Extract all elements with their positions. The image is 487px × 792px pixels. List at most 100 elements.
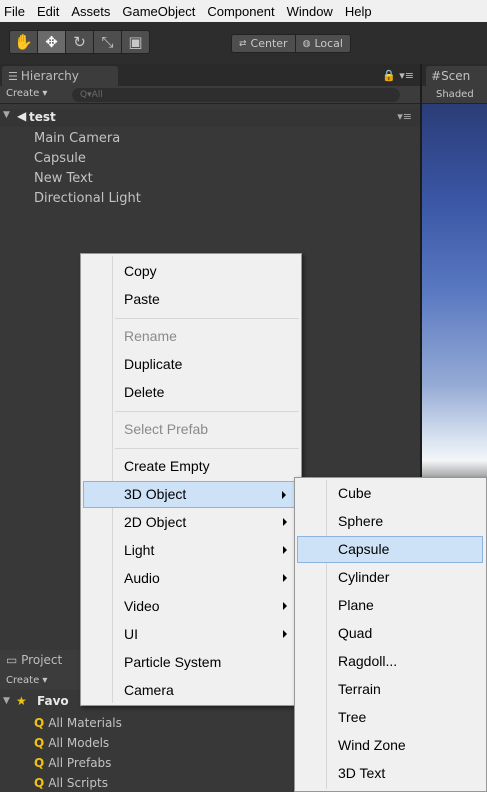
submenu-item-terrain[interactable]: Terrain bbox=[297, 676, 483, 703]
favorite-item-all-prefabs[interactable]: Q All Prefabs bbox=[34, 756, 111, 770]
hierarchy-item-new-text[interactable]: New Text bbox=[34, 171, 93, 186]
submenu-arrow-icon bbox=[283, 630, 287, 638]
scene-tab[interactable]: #Scen bbox=[426, 66, 487, 86]
submenu-item-ragdoll[interactable]: Ragdoll... bbox=[297, 648, 483, 675]
toolbar: ✋ ✥ ↻ ⤡ ▣ ⇄ Center ◍ Local bbox=[0, 22, 487, 64]
menu-item-label: Light bbox=[124, 542, 155, 558]
hierarchy-tabstrip: ☰ Hierarchy 🔒 ▾≡ bbox=[0, 64, 422, 86]
submenu-item-cube[interactable]: Cube bbox=[297, 480, 483, 507]
menu-item-camera[interactable]: Camera bbox=[83, 677, 299, 704]
project-tab-label: Project bbox=[21, 653, 63, 667]
favorite-item-all-scripts[interactable]: Q All Scripts bbox=[34, 776, 108, 790]
submenu-item-capsule[interactable]: Capsule bbox=[297, 536, 483, 563]
menu-item-select-prefab: Select Prefab bbox=[124, 421, 209, 437]
expand-arrow-icon[interactable]: ▼ bbox=[3, 110, 10, 120]
pivot-toggles: ⇄ Center ◍ Local bbox=[231, 34, 351, 53]
submenu-item-cylinder[interactable]: Cylinder bbox=[297, 564, 483, 591]
submenu-item-tree[interactable]: Tree bbox=[297, 704, 483, 731]
search-icon: Q bbox=[34, 716, 45, 730]
pivot-icon: ⇄ bbox=[239, 38, 247, 49]
pivot-local-label: Local bbox=[314, 37, 343, 50]
submenu-item-wind-zone[interactable]: Wind Zone bbox=[297, 732, 483, 759]
panel-menu-icon[interactable]: 🔒 ▾≡ bbox=[382, 69, 414, 82]
submenu-arrow-icon bbox=[282, 491, 286, 499]
globe-icon: ◍ bbox=[302, 38, 311, 49]
search-icon: Q bbox=[34, 756, 45, 770]
move-tool-button[interactable]: ✥ bbox=[37, 30, 66, 54]
hand-tool-button[interactable]: ✋ bbox=[9, 30, 38, 54]
hierarchy-item-main-camera[interactable]: Main Camera bbox=[34, 131, 120, 146]
menu-item-2d-object[interactable]: 2D Object bbox=[83, 509, 299, 536]
favorite-label: All Materials bbox=[48, 716, 122, 730]
menu-help[interactable]: Help bbox=[339, 4, 378, 19]
menu-separator bbox=[115, 448, 299, 449]
pivot-center-button[interactable]: ⇄ Center bbox=[231, 34, 296, 53]
move-icon: ✥ bbox=[45, 33, 58, 51]
favorites-row[interactable]: ▼ ★ Favo bbox=[0, 694, 80, 712]
rotate-tool-button[interactable]: ↻ bbox=[65, 30, 94, 54]
menu-item-audio[interactable]: Audio bbox=[83, 565, 299, 592]
scene-row[interactable]: ▼ ◀ test ▾≡ bbox=[0, 109, 422, 127]
submenu-item-plane[interactable]: Plane bbox=[297, 592, 483, 619]
project-create-button[interactable]: Create ▾ bbox=[0, 672, 80, 690]
hierarchy-tab-label: Hierarchy bbox=[20, 69, 79, 83]
menu-item-3d-object[interactable]: 3D Object bbox=[83, 481, 299, 508]
rect-tool-button[interactable]: ▣ bbox=[121, 30, 150, 54]
grid-icon: # bbox=[431, 69, 442, 83]
menu-file[interactable]: File bbox=[0, 4, 31, 19]
menu-edit[interactable]: Edit bbox=[31, 4, 65, 19]
scene-shading-dropdown[interactable]: Shaded bbox=[422, 86, 487, 104]
hierarchy-item-directional-light[interactable]: Directional Light bbox=[34, 191, 141, 206]
hand-icon: ✋ bbox=[14, 33, 33, 51]
favorite-label: All Prefabs bbox=[48, 756, 112, 770]
submenu-arrow-icon bbox=[283, 546, 287, 554]
menu-item-label: Audio bbox=[124, 570, 160, 586]
favorite-label: All Scripts bbox=[48, 776, 108, 790]
menu-assets[interactable]: Assets bbox=[65, 4, 116, 19]
search-icon: Q bbox=[34, 736, 45, 750]
menu-separator bbox=[115, 318, 299, 319]
submenu-item-sphere[interactable]: Sphere bbox=[297, 508, 483, 535]
project-tab[interactable]: ▭ Project bbox=[0, 650, 80, 672]
menu-component[interactable]: Component bbox=[201, 4, 280, 19]
menu-item-create-empty[interactable]: Create Empty bbox=[83, 453, 299, 480]
star-icon: ★ bbox=[16, 694, 27, 708]
submenu-arrow-icon bbox=[283, 518, 287, 526]
scale-icon: ⤡ bbox=[101, 33, 114, 51]
menu-item-rename: Rename bbox=[124, 328, 177, 344]
menu-item-duplicate[interactable]: Duplicate bbox=[83, 351, 299, 378]
submenu-item-quad[interactable]: Quad bbox=[297, 620, 483, 647]
hierarchy-search-input[interactable]: Q▾All bbox=[72, 88, 400, 102]
submenu-item-3d-text[interactable]: 3D Text bbox=[297, 760, 483, 787]
hierarchy-item-capsule[interactable]: Capsule bbox=[34, 151, 86, 166]
hierarchy-create-button[interactable]: Create ▾ bbox=[6, 88, 47, 99]
menu-window[interactable]: Window bbox=[281, 4, 339, 19]
menu-item-ui[interactable]: UI bbox=[83, 621, 299, 648]
expand-arrow-icon[interactable]: ▼ bbox=[3, 696, 10, 706]
search-icon: Q bbox=[34, 776, 45, 790]
menu-item-light[interactable]: Light bbox=[83, 537, 299, 564]
pivot-center-label: Center bbox=[250, 37, 288, 50]
favorites-label: Favo bbox=[37, 694, 69, 708]
pivot-local-button[interactable]: ◍ Local bbox=[295, 34, 351, 53]
menu-item-delete[interactable]: Delete bbox=[83, 379, 299, 406]
list-icon: ☰ bbox=[8, 70, 18, 83]
scene-options-icon[interactable]: ▾≡ bbox=[397, 110, 412, 123]
menu-item-label: 2D Object bbox=[124, 514, 187, 530]
menu-item-paste[interactable]: Paste bbox=[83, 286, 299, 313]
folder-icon: ▭ bbox=[6, 653, 22, 667]
menu-item-label: 3D Object bbox=[124, 486, 187, 502]
scale-tool-button[interactable]: ⤡ bbox=[93, 30, 122, 54]
favorite-item-all-materials[interactable]: Q All Materials bbox=[34, 716, 122, 730]
submenu-3d-object: Cube Sphere Capsule Cylinder Plane Quad … bbox=[294, 477, 487, 792]
favorite-label: All Models bbox=[48, 736, 110, 750]
menu-item-copy[interactable]: Copy bbox=[83, 258, 299, 285]
favorite-item-all-models[interactable]: Q All Models bbox=[34, 736, 109, 750]
hierarchy-tab[interactable]: ☰ Hierarchy bbox=[2, 66, 118, 86]
menu-item-label: Video bbox=[124, 598, 160, 614]
menu-item-video[interactable]: Video bbox=[83, 593, 299, 620]
menu-item-label: UI bbox=[124, 626, 138, 642]
rotate-icon: ↻ bbox=[73, 33, 86, 51]
menu-item-particle-system[interactable]: Particle System bbox=[83, 649, 299, 676]
menu-gameobject[interactable]: GameObject bbox=[116, 4, 201, 19]
